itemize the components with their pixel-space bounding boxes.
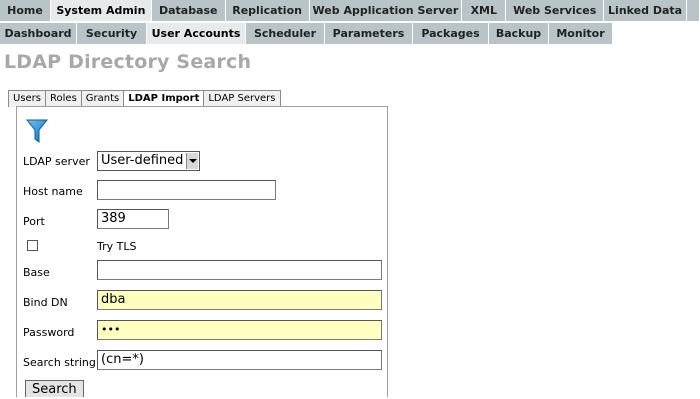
nav-tab-parameters[interactable]: Parameters [325,23,413,44]
section-tabs: Users Roles Grants LDAP Import LDAP Serv… [8,90,281,108]
sub-nav: Dashboard Security User Accounts Schedul… [0,23,613,44]
nav-tab-linked-data[interactable]: Linked Data [604,0,687,21]
nav-tab-web-application-server[interactable]: Web Application Server [309,0,463,21]
nav-tab-security[interactable]: Security [77,23,147,44]
nav-tab-user-accounts[interactable]: User Accounts [147,23,246,44]
host-name-label: Host name [23,185,83,198]
bind-dn-input[interactable]: dba [97,290,382,310]
nav-tab-xml[interactable]: XML [462,0,507,21]
nav-tab-packages[interactable]: Packages [413,23,489,44]
nav-tab-web-services[interactable]: Web Services [506,0,605,21]
search-string-label: Search string [23,356,96,369]
tab-users[interactable]: Users [8,90,47,107]
bind-dn-label: Bind DN [23,296,68,309]
password-label: Password [23,326,75,339]
ldap-server-label: LDAP server [23,155,90,168]
nav-tab-database[interactable]: Database [151,0,226,21]
chevron-down-icon[interactable] [186,153,198,169]
host-name-input[interactable] [97,180,276,200]
tab-ldap-servers[interactable]: LDAP Servers [203,90,281,107]
try-tls-checkbox[interactable] [27,240,38,251]
nav-tab-replication[interactable]: Replication [225,0,310,21]
port-input[interactable]: 389 [97,209,169,229]
tab-grants[interactable]: Grants [80,90,125,107]
search-string-input[interactable]: (cn=*) [97,350,382,370]
nav-tab-system-admin[interactable]: System Admin [50,0,152,21]
nav-tab-monitor[interactable]: Monitor [549,23,613,44]
password-input[interactable]: ••• [97,320,382,340]
tab-roles[interactable]: Roles [45,90,82,107]
nav-tab-home[interactable]: Home [0,0,51,21]
base-input[interactable] [97,260,382,280]
port-label: Port [23,215,45,228]
nav-tab-dashboard[interactable]: Dashboard [0,23,77,44]
page-title: LDAP Directory Search [4,51,252,73]
search-button[interactable]: Search [25,380,84,397]
ldap-server-select[interactable]: User-defined [97,151,200,171]
nav-tab-scheduler[interactable]: Scheduler [246,23,325,44]
nav-tab-overflow [687,0,700,21]
funnel-icon[interactable] [26,118,48,144]
ldap-server-value: User-defined [101,153,184,168]
main-nav: Home System Admin Database Replication W… [0,0,700,21]
try-tls-label: Try TLS [97,240,137,253]
nav-tab-backup[interactable]: Backup [489,23,549,44]
base-label: Base [23,266,50,279]
